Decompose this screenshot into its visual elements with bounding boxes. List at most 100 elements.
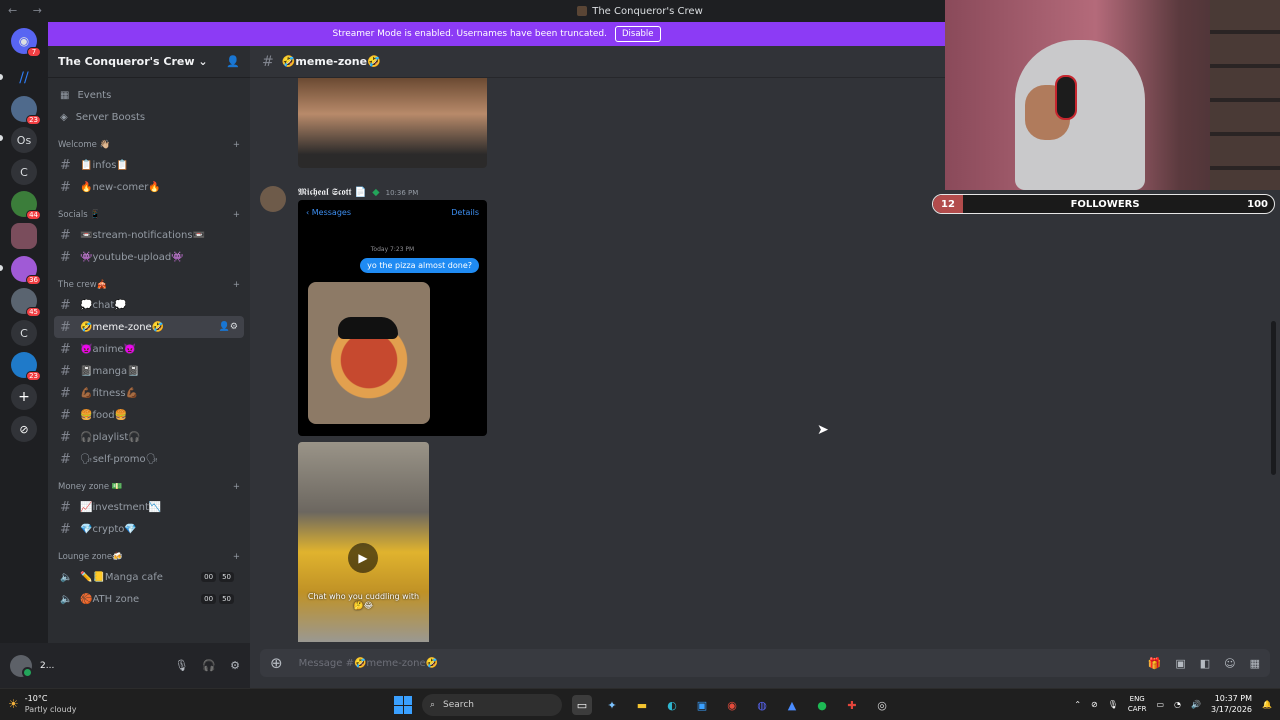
microphone-icon[interactable]: 🎙 <box>174 659 188 672</box>
channel-item[interactable]: # 🍔food🍔 <box>54 404 244 426</box>
gif-icon[interactable]: ▣ <box>1175 657 1185 670</box>
scrollbar[interactable] <box>1271 321 1276 475</box>
windows-start-icon[interactable] <box>394 696 412 714</box>
chevron-up-icon[interactable]: ⌃ <box>1074 700 1081 709</box>
category-money-zone[interactable]: Money zone 💵 + <box>48 478 250 496</box>
plus-icon[interactable]: + <box>233 210 240 220</box>
category-the-crew[interactable]: The crew🎪 + <box>48 276 250 294</box>
network-icon[interactable]: ⊘ <box>1091 700 1098 709</box>
hash-icon: # <box>60 499 71 515</box>
channel-item[interactable]: # 💭chat💭 <box>54 294 244 316</box>
play-icon[interactable]: ▶ <box>348 543 378 573</box>
lang-bottom: CAFR <box>1127 705 1147 713</box>
category-name: Welcome 👋🏼 <box>58 140 111 150</box>
invite-icon[interactable]: 👤 <box>226 55 240 68</box>
add-server-button[interactable]: + <box>11 384 37 410</box>
nitro-button[interactable]: // <box>11 65 37 91</box>
channel-label: 🗣self-promo🗣 <box>80 453 159 465</box>
channel-item[interactable]: # 📋infos📋 <box>54 154 244 176</box>
channel-item[interactable]: # 💎crypto💎 <box>54 518 244 540</box>
avatar[interactable] <box>10 654 33 678</box>
server-icon-4[interactable]: 36 <box>11 256 41 285</box>
channel-item[interactable]: # 📈investment📉 <box>54 496 244 518</box>
obs-icon[interactable]: ◎ <box>872 695 892 715</box>
channel-item[interactable]: # 🔥new-comer🔥 <box>54 176 244 198</box>
server-icon-5[interactable]: 45 <box>11 288 41 317</box>
language-indicator[interactable]: ENG CAFR <box>1128 694 1147 714</box>
copilot-icon[interactable]: ✦ <box>602 695 622 715</box>
server-boosts-item[interactable]: ◈ Server Boosts <box>48 106 250 128</box>
message-composer[interactable]: ⊕ Message #🤣meme-zone🤣 🎁 ▣ ◧ ☺ ▦ <box>260 649 1270 677</box>
hash-icon: # <box>60 179 71 195</box>
gift-icon[interactable]: 🎁 <box>1148 657 1162 670</box>
chrome-icon[interactable]: ◉ <box>722 695 742 715</box>
weather-temp: -10°C <box>24 694 48 703</box>
events-item[interactable]: ▦ Events <box>48 84 250 106</box>
sticker-icon[interactable]: ◧ <box>1200 657 1210 670</box>
store-icon[interactable]: ▣ <box>692 695 712 715</box>
channel-label: 📋infos📋 <box>80 159 129 171</box>
wifi-icon[interactable]: ◔ <box>1174 700 1181 709</box>
compass-icon: ⊘ <box>19 422 29 436</box>
server-icon-2[interactable]: 44 <box>11 191 41 220</box>
channel-item[interactable]: # 🗣self-promo🗣 <box>54 448 244 470</box>
back-link: ‹ Messages <box>306 207 351 217</box>
headphones-icon[interactable]: 🎧 <box>202 659 216 672</box>
server-icon-1[interactable]: 23 <box>11 96 41 125</box>
attach-plus-icon[interactable]: ⊕ <box>270 654 283 672</box>
apps-icon[interactable]: ▦ <box>1250 657 1260 670</box>
category-socials[interactable]: Socials 📱 + <box>48 206 250 224</box>
channel-item[interactable]: # 💪🏾fitness💪🏾 <box>54 382 244 404</box>
game-app-icon[interactable]: ✚ <box>842 695 862 715</box>
server-icon-c[interactable]: C <box>11 159 37 185</box>
category-welcome[interactable]: Welcome 👋🏼 + <box>48 136 250 154</box>
category-lounge-zone[interactable]: Lounge zone🍻 + <box>48 548 250 566</box>
task-view-icon[interactable]: ▭ <box>572 695 592 715</box>
clock[interactable]: 10:37 PM 3/17/2026 <box>1211 693 1252 715</box>
server-icon-c2[interactable]: C <box>11 320 37 346</box>
gear-icon[interactable]: ⚙ <box>230 659 240 672</box>
plus-icon[interactable]: + <box>233 280 240 290</box>
image-attachment[interactable] <box>298 78 487 168</box>
edge-icon[interactable]: ◐ <box>662 695 682 715</box>
display-icon[interactable]: ▭ <box>1156 700 1164 709</box>
weather-widget[interactable]: ☀ -10°C Partly cloudy <box>8 693 76 715</box>
plus-icon[interactable]: + <box>233 552 240 562</box>
server-icon-3[interactable] <box>11 223 37 249</box>
screenshot-attachment[interactable]: ‹ Messages Details Today 7:23 PM yo the p… <box>298 200 487 436</box>
plus-icon[interactable]: + <box>233 140 240 150</box>
server-icon-6[interactable]: 23 <box>11 352 41 381</box>
channel-item[interactable]: # 📼stream-notifications📼 <box>54 224 244 246</box>
taskbar-search[interactable]: ⌕ Search <box>422 694 562 716</box>
channel-settings-icon[interactable]: 👤⚙ <box>219 322 238 332</box>
video-attachment[interactable]: ▶ Chat who you cuddling with🤔😂 <box>298 442 429 642</box>
channel-item-active[interactable]: # 🤣meme-zone🤣 👤⚙ <box>54 316 244 338</box>
voice-channel-item[interactable]: 🔈 ✏️📒Manga cafe 00 50 <box>54 566 244 588</box>
plus-icon[interactable]: + <box>233 482 240 492</box>
app-icon[interactable]: ▲ <box>782 695 802 715</box>
channel-label: 🔥new-comer🔥 <box>80 181 161 193</box>
server-rail: ◉ 7 // 23 Os C 44 36 45 C 23 + ⊘ <box>0 22 48 688</box>
server-icon-os[interactable]: Os <box>11 127 37 153</box>
file-explorer-icon[interactable]: ▬ <box>632 695 652 715</box>
author-avatar[interactable] <box>260 186 286 212</box>
server-header[interactable]: The Conqueror's Crew ⌄ 👤 <box>48 46 250 78</box>
discord-taskbar-icon[interactable]: ◍ <box>752 695 772 715</box>
channel-item[interactable]: # 📓manga📓 <box>54 360 244 382</box>
volume-icon[interactable]: 🔊 <box>1191 700 1201 709</box>
nav-arrows[interactable]: ← → <box>8 4 48 17</box>
discover-button[interactable]: ⊘ <box>11 416 37 442</box>
voice-channel-item[interactable]: 🔈 🏀ATH zone 00 50 <box>54 588 244 610</box>
system-tray: ⌃ ⊘ 🎙 ENG CAFR ▭ ◔ 🔊 10:37 PM 3/17/2026 🔔 <box>1074 693 1272 715</box>
spotify-icon[interactable]: ● <box>812 695 832 715</box>
disable-button[interactable]: Disable <box>614 26 661 42</box>
emoji-icon[interactable]: ☺ <box>1224 657 1235 670</box>
message-input[interactable]: Message #🤣meme-zone🤣 <box>299 658 439 669</box>
notification-bell-icon[interactable]: 🔔 <box>1262 700 1272 709</box>
discord-home-button[interactable]: ◉ 7 <box>11 28 41 57</box>
channel-item[interactable]: # 👿anime👿 <box>54 338 244 360</box>
microphone-icon[interactable]: 🎙 <box>1108 700 1118 709</box>
channel-item[interactable]: # 🎧playlist🎧 <box>54 426 244 448</box>
channel-item[interactable]: # 👾youtube-upload👾 <box>54 246 244 268</box>
author-name[interactable]: 𝕸𝖎𝖈𝖍𝖊𝖆𝖑 𝕾𝖈𝖔𝖙𝖙 📄 <box>298 187 366 198</box>
